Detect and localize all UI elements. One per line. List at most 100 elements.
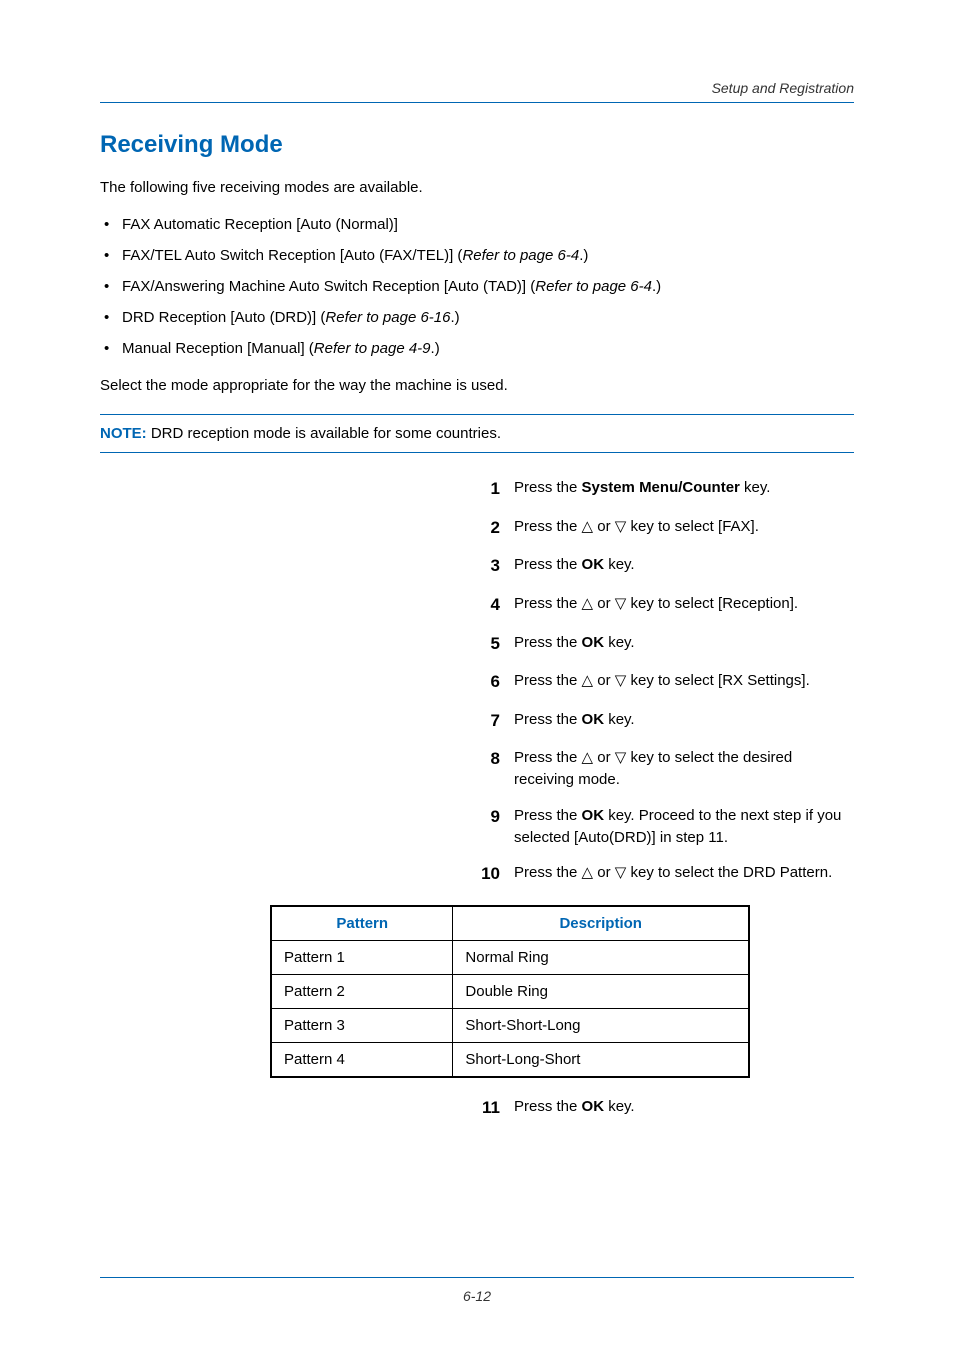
t: key to select — [626, 595, 718, 612]
cell-pattern: Pattern 1 — [271, 941, 453, 975]
step-text: Press the System Menu/Counter key. — [514, 477, 854, 499]
list-item-after: .) — [579, 247, 588, 264]
th-pattern: Pattern — [271, 906, 453, 941]
step: 3 Press the OK key. — [480, 554, 854, 579]
note-box: NOTE: DRD reception mode is available fo… — [100, 414, 854, 453]
step: 1 Press the System Menu/Counter key. — [480, 477, 854, 502]
step: 4 Press the △ or ▽ key to select [Recept… — [480, 593, 854, 618]
t: Press the — [514, 1098, 582, 1115]
step-text: Press the △ or ▽ key to select [Receptio… — [514, 593, 854, 615]
up-icon: △ — [582, 671, 594, 689]
t: key. — [604, 1098, 635, 1115]
step-number: 4 — [480, 593, 514, 618]
down-icon: ▽ — [615, 517, 627, 535]
list-item-ref: Refer to page 4-9 — [314, 340, 431, 357]
list-item: FAX Automatic Reception [Auto (Normal)] — [100, 214, 854, 235]
list-item-text: DRD Reception [Auto (DRD)] ( — [122, 309, 325, 326]
table-row: Pattern 1 Normal Ring — [271, 941, 749, 975]
table-row: Pattern 2 Double Ring — [271, 975, 749, 1009]
t: or — [593, 595, 615, 612]
t: key to select the DRD Pattern. — [626, 864, 832, 881]
step-number: 7 — [480, 709, 514, 734]
t: or — [593, 864, 615, 881]
list-item: DRD Reception [Auto (DRD)] (Refer to pag… — [100, 307, 854, 328]
list-item-after: .) — [652, 278, 661, 295]
t: key. — [604, 634, 635, 651]
step: 5 Press the OK key. — [480, 632, 854, 657]
step: 8 Press the △ or ▽ key to select the des… — [480, 747, 854, 791]
step: 10 Press the △ or ▽ key to select the DR… — [480, 862, 854, 887]
t: Press the — [514, 479, 582, 496]
step-number: 2 — [480, 516, 514, 541]
table-header-row: Pattern Description — [271, 906, 749, 941]
list-item: Manual Reception [Manual] (Refer to page… — [100, 338, 854, 359]
step: 7 Press the OK key. — [480, 709, 854, 734]
step-number: 3 — [480, 554, 514, 579]
intro-text: The following five receiving modes are a… — [100, 177, 854, 198]
key-name: OK — [582, 807, 605, 824]
t: key. — [604, 711, 635, 728]
page-number: 6-12 — [463, 1288, 491, 1304]
t: or — [593, 518, 615, 535]
running-head: Setup and Registration — [100, 80, 854, 96]
mode-list: FAX Automatic Reception [Auto (Normal)] … — [100, 214, 854, 359]
th-description: Description — [453, 906, 749, 941]
down-icon: ▽ — [615, 594, 627, 612]
steps-list-after: 11 Press the OK key. — [480, 1096, 854, 1121]
cell-desc: Normal Ring — [453, 941, 749, 975]
t: or — [593, 749, 615, 766]
t: Press the — [514, 672, 582, 689]
key-name: OK — [582, 1098, 605, 1115]
note-text: DRD reception mode is available for some… — [147, 425, 501, 442]
down-icon: ▽ — [615, 863, 627, 881]
key-name: OK — [582, 634, 605, 651]
select-line: Select the mode appropriate for the way … — [100, 375, 854, 396]
list-item: FAX/Answering Machine Auto Switch Recept… — [100, 276, 854, 297]
list-item-text: FAX/Answering Machine Auto Switch Recept… — [122, 278, 535, 295]
step-number: 9 — [480, 805, 514, 830]
t: Press the — [514, 556, 582, 573]
cell-desc: Short-Long-Short — [453, 1043, 749, 1078]
t: key. — [604, 556, 635, 573]
step-text: Press the △ or ▽ key to select the desir… — [514, 747, 854, 791]
step-number: 6 — [480, 670, 514, 695]
list-item-ref: Refer to page 6-4 — [535, 278, 652, 295]
list-item: FAX/TEL Auto Switch Reception [Auto (FAX… — [100, 245, 854, 266]
cell-pattern: Pattern 3 — [271, 1009, 453, 1043]
t: Press the — [514, 807, 582, 824]
list-item-text: Manual Reception [Manual] ( — [122, 340, 314, 357]
page-footer: 6-12 — [100, 1277, 854, 1304]
step-number: 10 — [480, 862, 514, 887]
steps-list: 1 Press the System Menu/Counter key. 2 P… — [480, 477, 854, 887]
key-name: OK — [582, 711, 605, 728]
t: key to select — [626, 672, 718, 689]
up-icon: △ — [582, 748, 594, 766]
table-row: Pattern 3 Short-Short-Long — [271, 1009, 749, 1043]
step-text: Press the OK key. — [514, 632, 854, 654]
t: key to select — [626, 518, 718, 535]
target: [FAX]. — [718, 518, 759, 535]
step-text: Press the △ or ▽ key to select [RX Setti… — [514, 670, 854, 692]
list-item-text: FAX/TEL Auto Switch Reception [Auto (FAX… — [122, 247, 462, 264]
table-row: Pattern 4 Short-Long-Short — [271, 1043, 749, 1078]
down-icon: ▽ — [615, 671, 627, 689]
top-rule — [100, 102, 854, 103]
up-icon: △ — [582, 863, 594, 881]
list-item-after: .) — [431, 340, 440, 357]
up-icon: △ — [582, 517, 594, 535]
t: or — [593, 672, 615, 689]
down-icon: ▽ — [615, 748, 627, 766]
section-title: Receiving Mode — [100, 131, 854, 159]
step-text: Press the OK key. — [514, 1096, 854, 1118]
step-text: Press the OK key. Proceed to the next st… — [514, 805, 854, 849]
t: Press the — [514, 864, 582, 881]
step-number: 5 — [480, 632, 514, 657]
step-text: Press the △ or ▽ key to select the DRD P… — [514, 862, 854, 884]
t: key. — [740, 479, 771, 496]
list-item-after: .) — [450, 309, 459, 326]
t: Press the — [514, 711, 582, 728]
list-item-ref: Refer to page 6-16 — [325, 309, 450, 326]
cell-desc: Double Ring — [453, 975, 749, 1009]
step-number: 11 — [480, 1096, 514, 1121]
cell-desc: Short-Short-Long — [453, 1009, 749, 1043]
